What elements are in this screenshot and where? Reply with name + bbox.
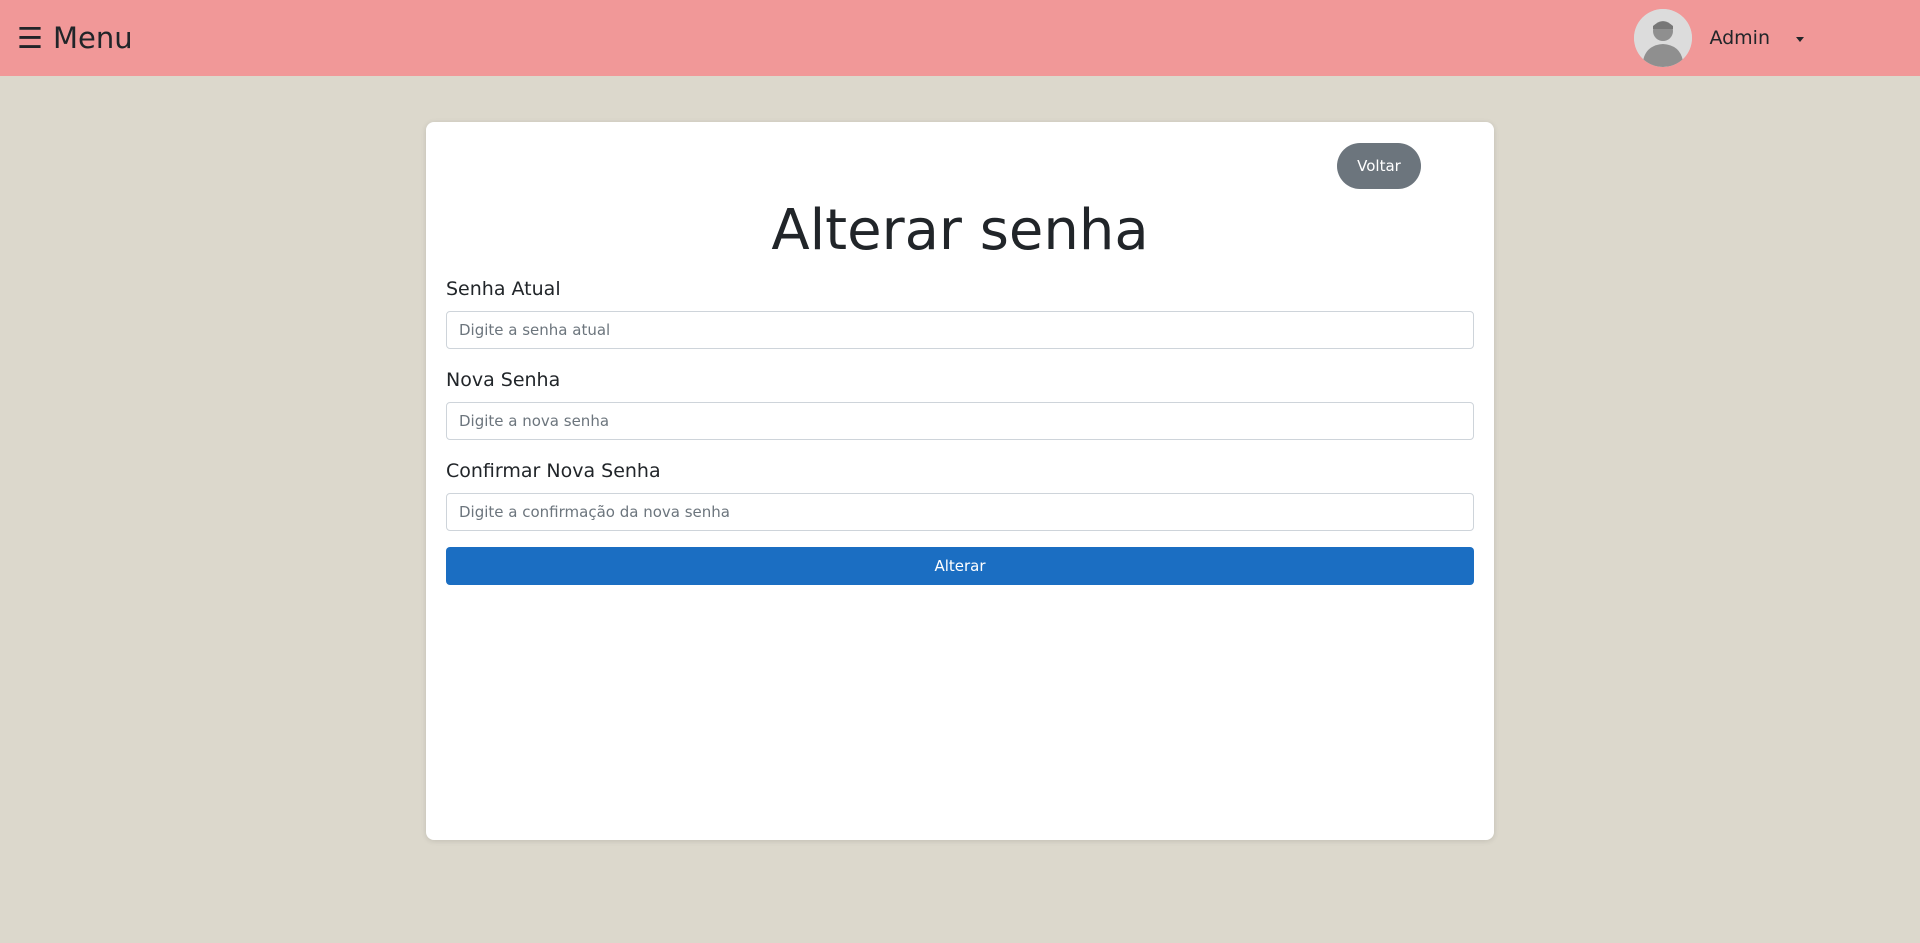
new-password-input[interactable] [446, 402, 1474, 440]
change-password-card: Voltar Alterar senha Senha Atual Nova Se… [426, 122, 1494, 840]
confirm-password-input[interactable] [446, 493, 1474, 531]
current-password-input[interactable] [446, 311, 1474, 349]
submit-change-password-button[interactable]: Alterar [446, 547, 1474, 585]
menu-toggle-button[interactable]: ☰ Menu [17, 21, 133, 55]
page-title: Alterar senha [771, 198, 1149, 263]
hamburger-menu-icon: ☰ [17, 20, 43, 55]
new-password-label: Nova Senha [446, 369, 561, 391]
user-menu-dropdown[interactable]: Admin [1634, 9, 1804, 67]
user-name: Admin [1709, 27, 1770, 49]
caret-down-icon [1796, 36, 1804, 42]
menu-label: Menu [53, 21, 133, 55]
top-navbar: ☰ Menu Admin [0, 0, 1920, 76]
user-avatar-icon [1634, 9, 1693, 67]
confirm-password-label: Confirmar Nova Senha [446, 460, 661, 482]
current-password-label: Senha Atual [446, 278, 561, 300]
back-button[interactable]: Voltar [1337, 143, 1421, 189]
